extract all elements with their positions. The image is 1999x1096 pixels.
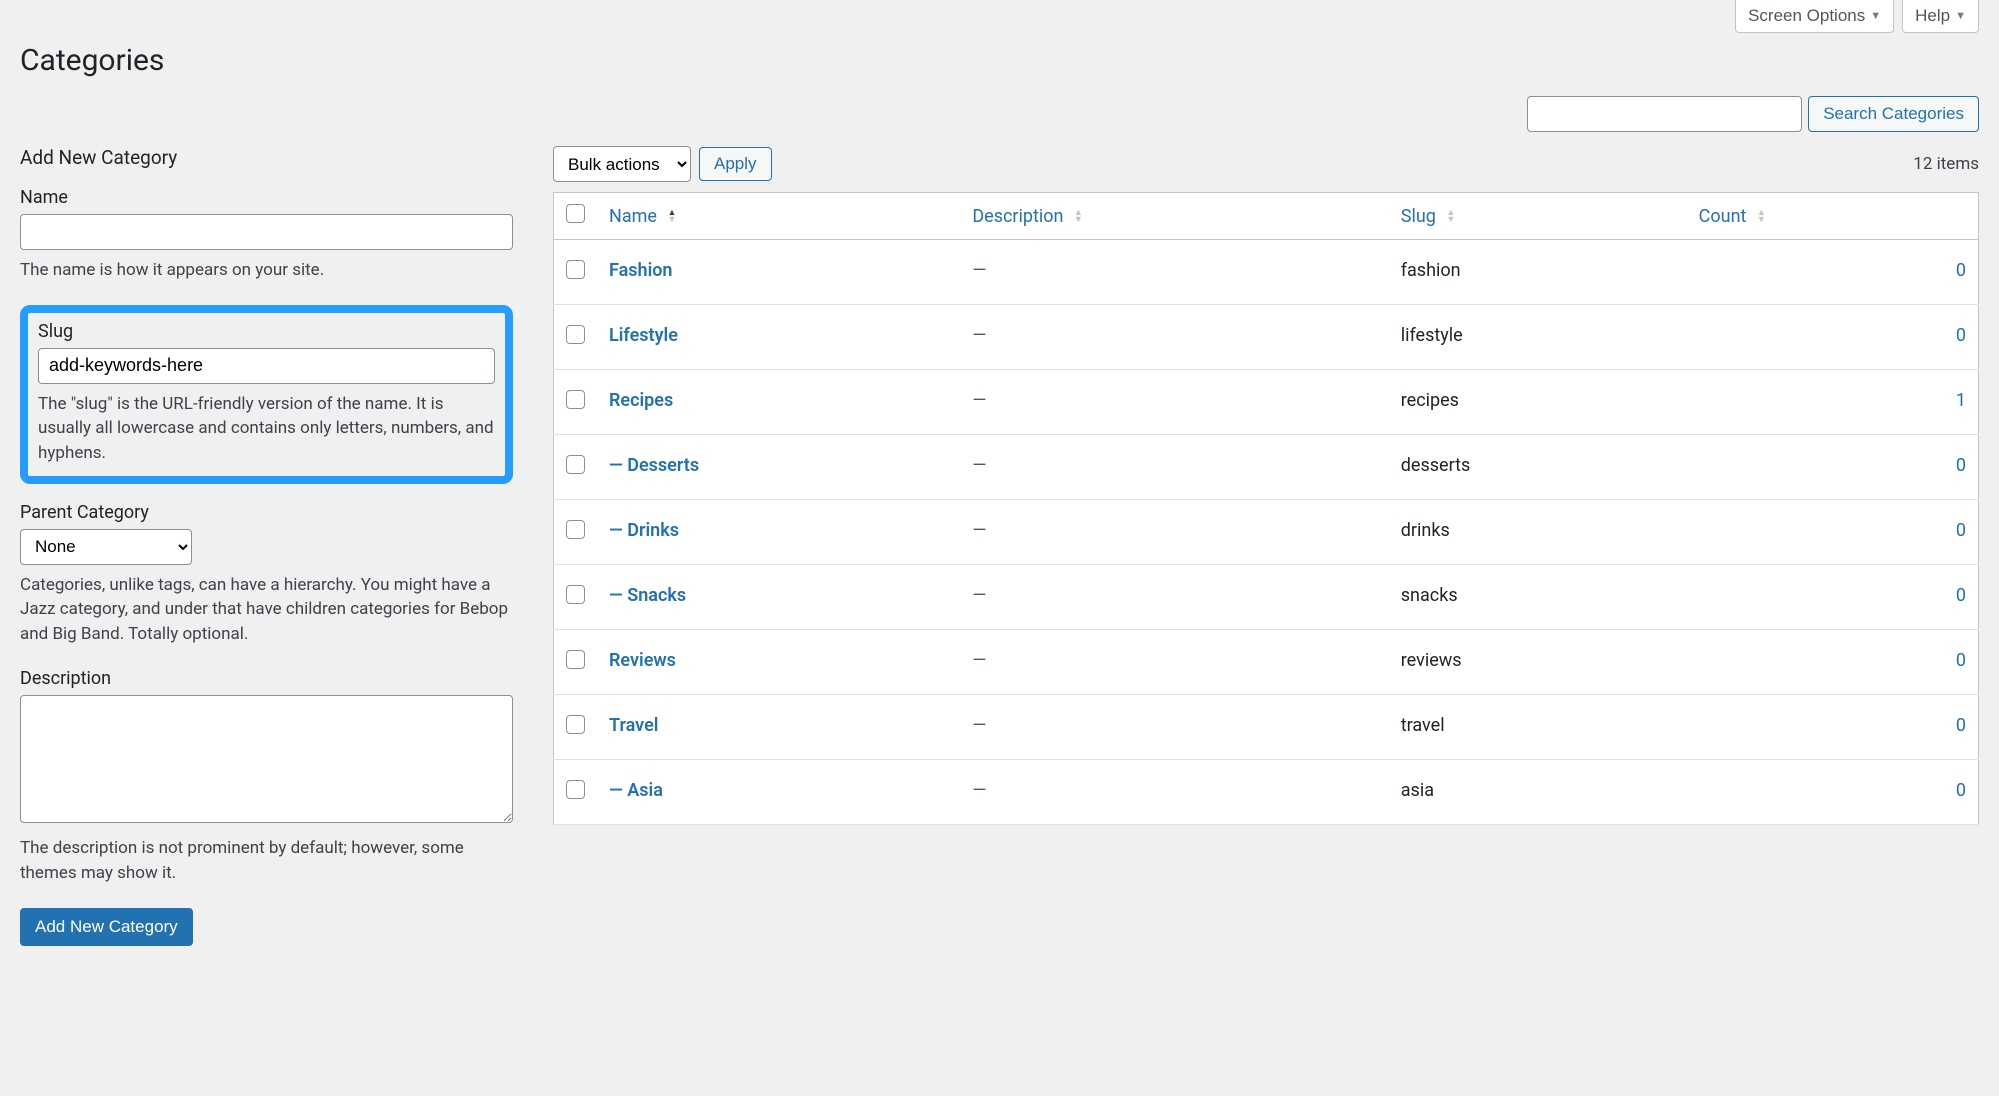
sort-icon: ▲▼ bbox=[1757, 210, 1766, 224]
sort-icon: ▲▼ bbox=[1446, 210, 1455, 224]
name-input[interactable] bbox=[20, 214, 513, 250]
column-name-label: Name bbox=[609, 206, 657, 227]
row-checkbox[interactable] bbox=[566, 520, 585, 539]
row-description: — bbox=[972, 260, 986, 281]
parent-help: Categories, unlike tags, can have a hier… bbox=[20, 573, 513, 647]
category-link[interactable]: — Asia bbox=[609, 780, 663, 801]
search-button[interactable]: Search Categories bbox=[1808, 96, 1979, 132]
column-count[interactable]: Count ▲▼ bbox=[1687, 193, 1979, 240]
slug-highlight-box: Slug The "slug" is the URL-friendly vers… bbox=[20, 305, 513, 484]
category-link[interactable]: Recipes bbox=[609, 390, 673, 411]
row-slug: fashion bbox=[1389, 240, 1687, 305]
bulk-actions-select[interactable]: Bulk actions bbox=[553, 146, 691, 182]
row-checkbox[interactable] bbox=[566, 715, 585, 734]
count-link[interactable]: 0 bbox=[1956, 650, 1966, 671]
row-slug: travel bbox=[1389, 695, 1687, 760]
slug-input[interactable] bbox=[38, 348, 495, 384]
help-button[interactable]: Help ▼ bbox=[1902, 0, 1979, 33]
screen-options-button[interactable]: Screen Options ▼ bbox=[1735, 0, 1894, 33]
description-label: Description bbox=[20, 668, 513, 689]
slug-help: The "slug" is the URL-friendly version o… bbox=[38, 392, 495, 466]
help-label: Help bbox=[1915, 6, 1950, 26]
screen-options-label: Screen Options bbox=[1748, 6, 1865, 26]
row-description: — bbox=[972, 650, 986, 671]
chevron-down-icon: ▼ bbox=[1955, 10, 1966, 22]
category-link[interactable]: Reviews bbox=[609, 650, 676, 671]
category-link[interactable]: — Desserts bbox=[609, 455, 699, 476]
count-link[interactable]: 0 bbox=[1956, 780, 1966, 801]
table-row: Lifestyle — lifestyle 0 bbox=[554, 305, 1979, 370]
row-slug: recipes bbox=[1389, 370, 1687, 435]
row-slug: lifestyle bbox=[1389, 305, 1687, 370]
table-row: — Desserts — desserts 0 bbox=[554, 435, 1979, 500]
column-count-label: Count bbox=[1699, 206, 1747, 227]
count-link[interactable]: 0 bbox=[1956, 325, 1966, 346]
row-description: — bbox=[972, 780, 986, 801]
description-help: The description is not prominent by defa… bbox=[20, 836, 513, 885]
table-row: Reviews — reviews 0 bbox=[554, 630, 1979, 695]
row-checkbox[interactable] bbox=[566, 455, 585, 474]
count-link[interactable]: 0 bbox=[1956, 520, 1966, 541]
description-textarea[interactable] bbox=[20, 695, 513, 823]
row-description: — bbox=[972, 390, 986, 411]
apply-button[interactable]: Apply bbox=[699, 147, 772, 181]
chevron-down-icon: ▼ bbox=[1870, 10, 1881, 22]
row-checkbox[interactable] bbox=[566, 390, 585, 409]
table-row: Recipes — recipes 1 bbox=[554, 370, 1979, 435]
row-description: — bbox=[972, 455, 986, 476]
column-description[interactable]: Description ▲▼ bbox=[960, 193, 1388, 240]
add-category-button[interactable]: Add New Category bbox=[20, 908, 193, 946]
count-link[interactable]: 0 bbox=[1956, 455, 1966, 476]
row-description: — bbox=[972, 585, 986, 606]
sort-icon: ▲▼ bbox=[667, 210, 676, 224]
row-checkbox[interactable] bbox=[566, 650, 585, 669]
category-link[interactable]: — Snacks bbox=[609, 585, 686, 606]
categories-table: Name ▲▼ Description ▲▼ Slug ▲▼ Count ▲▼ bbox=[553, 192, 1979, 825]
row-checkbox[interactable] bbox=[566, 585, 585, 604]
category-link[interactable]: Lifestyle bbox=[609, 325, 678, 346]
row-checkbox[interactable] bbox=[566, 325, 585, 344]
count-link[interactable]: 0 bbox=[1956, 260, 1966, 281]
category-link[interactable]: Travel bbox=[609, 715, 658, 736]
table-row: Fashion — fashion 0 bbox=[554, 240, 1979, 305]
column-slug[interactable]: Slug ▲▼ bbox=[1389, 193, 1687, 240]
count-link[interactable]: 0 bbox=[1956, 585, 1966, 606]
row-checkbox[interactable] bbox=[566, 780, 585, 799]
row-description: — bbox=[972, 325, 986, 346]
column-name[interactable]: Name ▲▼ bbox=[597, 193, 960, 240]
table-row: — Drinks — drinks 0 bbox=[554, 500, 1979, 565]
table-row: — Asia — asia 0 bbox=[554, 760, 1979, 825]
items-count: 12 items bbox=[1913, 154, 1979, 174]
row-slug: reviews bbox=[1389, 630, 1687, 695]
row-slug: snacks bbox=[1389, 565, 1687, 630]
row-slug: asia bbox=[1389, 760, 1687, 825]
row-description: — bbox=[972, 715, 986, 736]
category-link[interactable]: Fashion bbox=[609, 260, 672, 281]
row-description: — bbox=[972, 520, 986, 541]
column-description-label: Description bbox=[972, 206, 1063, 227]
row-checkbox[interactable] bbox=[566, 260, 585, 279]
form-title: Add New Category bbox=[20, 146, 513, 169]
select-all-checkbox[interactable] bbox=[566, 204, 585, 223]
page-title: Categories bbox=[20, 43, 1979, 78]
column-slug-label: Slug bbox=[1401, 206, 1436, 227]
table-row: — Snacks — snacks 0 bbox=[554, 565, 1979, 630]
slug-label: Slug bbox=[38, 321, 495, 342]
search-input[interactable] bbox=[1527, 96, 1802, 132]
sort-icon: ▲▼ bbox=[1074, 210, 1083, 224]
parent-label: Parent Category bbox=[20, 502, 513, 523]
name-help: The name is how it appears on your site. bbox=[20, 258, 513, 283]
count-link[interactable]: 0 bbox=[1956, 715, 1966, 736]
row-slug: desserts bbox=[1389, 435, 1687, 500]
parent-select[interactable]: None bbox=[20, 529, 192, 565]
count-link[interactable]: 1 bbox=[1956, 390, 1966, 411]
row-slug: drinks bbox=[1389, 500, 1687, 565]
category-link[interactable]: — Drinks bbox=[609, 520, 679, 541]
name-label: Name bbox=[20, 187, 513, 208]
table-row: Travel — travel 0 bbox=[554, 695, 1979, 760]
